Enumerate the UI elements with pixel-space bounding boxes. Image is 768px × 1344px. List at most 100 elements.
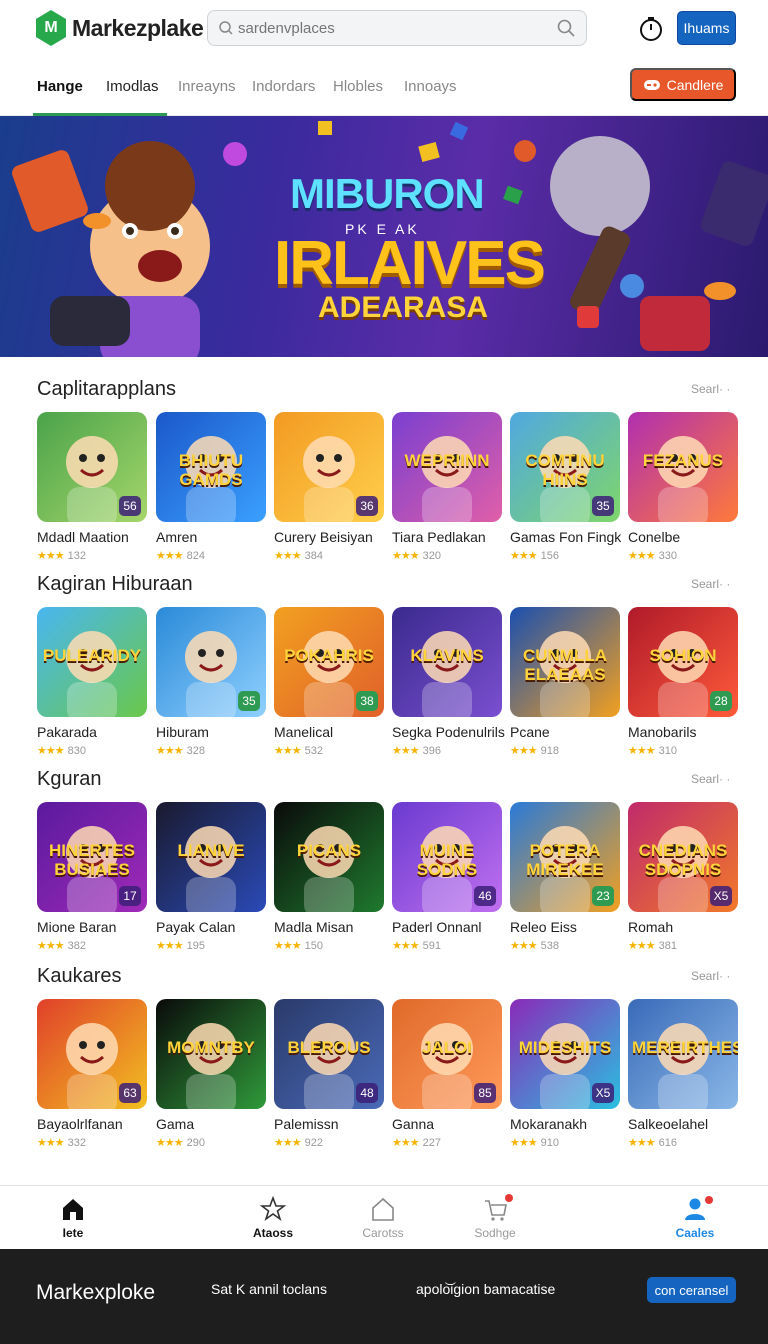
section-see-all-link[interactable]: Searl· · <box>691 382 730 396</box>
section-see-all-link[interactable]: Searl· · <box>691 577 730 591</box>
app-thumbnail[interactable]: 35 <box>156 607 266 717</box>
app-card[interactable]: MOMNTBY Gama ★★★ 290 <box>156 999 266 1159</box>
rating-count: 227 <box>422 1137 441 1149</box>
app-thumbnail[interactable]: CNEDIANS SDOPNIS X5 <box>628 802 738 912</box>
login-button[interactable]: Ihuams <box>677 11 736 45</box>
brand-logo[interactable]: M Markezplake <box>36 10 204 46</box>
app-card[interactable]: FEZANUS Conelbe ★★★ 330 <box>628 412 738 572</box>
app-thumbnail[interactable]: MIDESHITS X5 <box>510 999 620 1109</box>
app-thumbnail[interactable]: 36 <box>274 412 384 522</box>
app-badge: 85 <box>474 1083 496 1103</box>
nav-caales[interactable]: Caales <box>655 1196 735 1240</box>
app-card[interactable]: 35 Hiburam ★★★ 328 <box>156 607 266 767</box>
app-thumbnail[interactable]: POKAHRIS 38 <box>274 607 384 717</box>
rating-count: 910 <box>540 1137 559 1149</box>
timer-icon[interactable] <box>638 16 664 42</box>
app-card[interactable]: MUINE SODNS 46 Paderl Onnanl ★★★ 591 <box>392 802 502 962</box>
hero-banner[interactable]: MIBURON PK E AK IRLAIVES ADEARASA <box>0 116 768 357</box>
app-thumbnail[interactable]: PULEARIDY <box>37 607 147 717</box>
app-thumbnail[interactable]: HINERTES BUSIAES 17 <box>37 802 147 912</box>
app-thumbnail[interactable]: MOMNTBY <box>156 999 266 1109</box>
app-card[interactable]: SOHION 28 Manobarils ★★★ 310 <box>628 607 738 767</box>
tab-home[interactable]: Hange <box>37 78 83 95</box>
section-title: Caplitarapplans <box>37 378 176 400</box>
app-card[interactable]: KLAVINS Segka Podenulrils ★★★ 396 <box>392 607 505 767</box>
nav-home-label: Iete <box>62 1226 84 1240</box>
app-thumbnail[interactable]: PICANS <box>274 802 384 912</box>
section-title: Kaukares <box>37 965 122 987</box>
app-thumbnail[interactable]: WEPRIINN <box>392 412 502 522</box>
app-badge: 17 <box>119 886 141 906</box>
app-thumbnail[interactable]: 63 <box>37 999 147 1109</box>
tab-inreayns[interactable]: Inreayns <box>178 78 236 95</box>
app-thumbnail[interactable]: SOHION 28 <box>628 607 738 717</box>
cart-notification-dot <box>505 1194 513 1202</box>
app-card[interactable]: POTERA MIREKEE 23 Releo Eiss ★★★ 538 <box>510 802 620 962</box>
app-card[interactable]: PULEARIDY Pakarada ★★★ 830 <box>37 607 147 767</box>
app-card[interactable]: HINERTES BUSIAES 17 Mione Baran ★★★ 382 <box>37 802 147 962</box>
app-card[interactable]: 63 Bayaolrlfanan ★★★ 332 <box>37 999 147 1159</box>
app-thumbnail[interactable]: BLEROUS 48 <box>274 999 384 1109</box>
nav-caales-label: Caales <box>675 1226 715 1240</box>
app-card[interactable]: COMTINU HIINS 35 Gamas Fon Fingk ★★★ 156 <box>510 412 621 572</box>
footer-button[interactable]: con ceransel <box>647 1277 736 1303</box>
app-thumbnail[interactable]: COMTINU HIINS 35 <box>510 412 620 522</box>
app-badge: 35 <box>238 691 260 711</box>
footer-link-1[interactable]: Sat K annil toclans <box>211 1281 327 1297</box>
app-thumbnail[interactable]: FEZANUS <box>628 412 738 522</box>
tab-innoays[interactable]: Innoays <box>404 78 457 95</box>
nav-sodhge[interactable]: Sodhge <box>455 1194 535 1240</box>
section-see-all-link[interactable]: Searl· · <box>691 969 730 983</box>
app-name: Paderl Onnanl <box>392 919 482 935</box>
section-title: Kguran <box>37 768 102 790</box>
app-card[interactable]: CNEDIANS SDOPNIS X5 Romah ★★★ 381 <box>628 802 738 962</box>
app-card[interactable]: LIANIVE Payak Calan ★★★ 195 <box>156 802 266 962</box>
app-thumbnail[interactable]: BHIUTU GAMDS <box>156 412 266 522</box>
nav-sodhge-label: Sodhge <box>474 1226 516 1240</box>
app-thumbnail[interactable]: KLAVINS <box>392 607 502 717</box>
tab-modlas[interactable]: Imodlas <box>106 78 159 95</box>
app-card[interactable]: MEREIRTHES Salkeoelahel ★★★ 616 <box>628 999 738 1159</box>
search-input[interactable] <box>238 19 556 37</box>
app-art-title: MOMNTBY <box>167 1038 255 1057</box>
app-name: Pcane <box>510 724 550 740</box>
footer-link-2[interactable]: apolo͝igion bamacatise <box>416 1281 555 1297</box>
app-badge: 48 <box>356 1083 378 1103</box>
app-card[interactable]: 56 Mdadl Maation ★★★ 132 <box>37 412 147 572</box>
rating-count: 332 <box>67 1137 86 1149</box>
rating-count: 922 <box>304 1137 323 1149</box>
app-rating: ★★★ 227 <box>392 1136 441 1149</box>
app-card[interactable]: 36 Curery Beisiyan ★★★ 384 <box>274 412 384 572</box>
app-name: Curery Beisiyan <box>274 529 373 545</box>
app-art-title: BHIUTU GAMDS <box>178 451 244 489</box>
section-see-all-link[interactable]: Searl· · <box>691 772 730 786</box>
app-name: Palemissn <box>274 1116 339 1132</box>
nav-home[interactable]: Iete <box>33 1196 113 1240</box>
app-thumbnail[interactable]: 56 <box>37 412 147 522</box>
app-thumbnail[interactable]: CUNMLLA ELAEAAS <box>510 607 620 717</box>
app-thumbnail[interactable]: MUINE SODNS 46 <box>392 802 502 912</box>
top-header: M Markezplake Ihuams <box>0 0 768 58</box>
search-submit-icon[interactable] <box>556 18 576 38</box>
app-card[interactable]: MIDESHITS X5 Mokaranakh ★★★ 910 <box>510 999 620 1159</box>
tab-indordars[interactable]: Indordars <box>252 78 315 95</box>
app-thumbnail[interactable]: POTERA MIREKEE 23 <box>510 802 620 912</box>
search-bar[interactable] <box>207 10 587 46</box>
app-card[interactable]: JALOI 85 Ganna ★★★ 227 <box>392 999 502 1159</box>
nav-carotss[interactable]: Carotss <box>343 1196 423 1240</box>
app-card[interactable]: CUNMLLA ELAEAAS Pcane ★★★ 918 <box>510 607 620 767</box>
app-card[interactable]: POKAHRIS 38 Manelical ★★★ 532 <box>274 607 384 767</box>
app-card[interactable]: PICANS Madla Misan ★★★ 150 <box>274 802 384 962</box>
app-name: Mokaranakh <box>510 1116 588 1132</box>
bottom-navigation: Iete Ataoss Carotss Sodhge Caales <box>0 1185 768 1249</box>
hero-title-line1: MIBURON <box>290 170 485 217</box>
nav-ataoss[interactable]: Ataoss <box>233 1196 313 1240</box>
candlere-button[interactable]: Candlere <box>630 68 736 101</box>
app-thumbnail[interactable]: LIANIVE <box>156 802 266 912</box>
app-card[interactable]: WEPRIINN Tiara Pedlakan ★★★ 320 <box>392 412 502 572</box>
app-thumbnail[interactable]: JALOI 85 <box>392 999 502 1109</box>
app-card[interactable]: BHIUTU GAMDS Amren ★★★ 824 <box>156 412 266 572</box>
app-thumbnail[interactable]: MEREIRTHES <box>628 999 738 1109</box>
tab-hlobles[interactable]: Hlobles <box>333 78 383 95</box>
app-card[interactable]: BLEROUS 48 Palemissn ★★★ 922 <box>274 999 384 1159</box>
